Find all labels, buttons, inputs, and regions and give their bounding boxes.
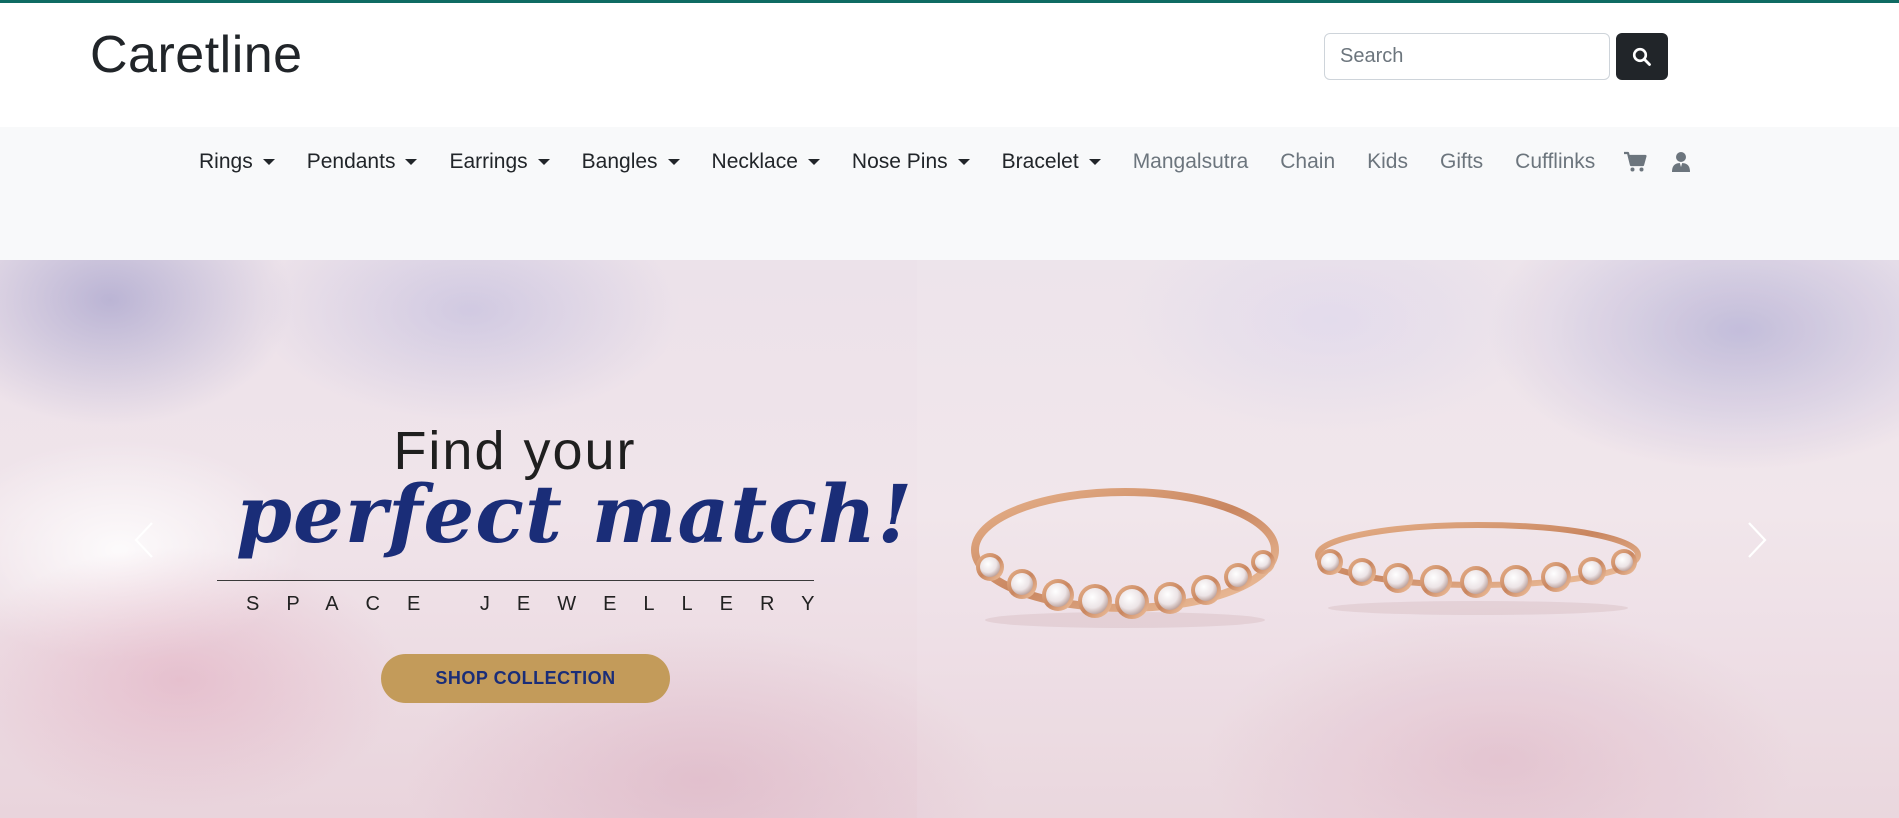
caret-down-icon [957, 159, 970, 165]
nav-item-label: Pendants [306, 150, 396, 173]
chevron-left-icon [134, 522, 153, 558]
caret-down-icon [1088, 159, 1101, 165]
rings-product-image [971, 488, 1641, 628]
caret-down-icon [405, 159, 418, 165]
brand-logo[interactable]: Caretline [90, 25, 303, 85]
nav-item-label: Earrings [449, 150, 528, 173]
nav-item-label: Rings [199, 150, 253, 173]
nav-item-nose-pins[interactable]: Nose Pins [836, 150, 986, 174]
account-button[interactable] [1659, 151, 1703, 173]
caret-down-icon [807, 159, 820, 165]
nav-item-label: Nose Pins [851, 150, 948, 173]
search-button[interactable] [1616, 33, 1668, 80]
nav-item-rings[interactable]: Rings [183, 150, 291, 174]
hero-tagline: SPACE JEWELLERY [246, 593, 842, 615]
nav-item-earrings[interactable]: Earrings [433, 150, 565, 174]
nav-item-bangles[interactable]: Bangles [566, 150, 696, 174]
nav-list: Rings Pendants Earrings Bangles Necklace… [183, 127, 1703, 197]
nav-item-cufflinks[interactable]: Cufflinks [1499, 150, 1611, 174]
nav-item-chain[interactable]: Chain [1264, 150, 1351, 174]
carousel-next-button[interactable] [1737, 515, 1777, 565]
search-icon [1632, 47, 1651, 66]
hero-divider [217, 580, 814, 581]
cart-button[interactable] [1611, 151, 1659, 173]
hero-headline-line2: perfect match! [236, 467, 914, 561]
chevron-right-icon [1748, 522, 1767, 558]
cart-icon [1624, 151, 1647, 172]
hero-carousel: Find your perfect match! SPACE JEWELLERY… [0, 260, 1899, 818]
shop-collection-button[interactable]: SHOP COLLECTION [381, 654, 670, 703]
nav-item-pendants[interactable]: Pendants [291, 150, 434, 174]
carousel-prev-button[interactable] [124, 515, 164, 565]
nav-item-label: Bangles [581, 150, 658, 173]
nav-item-gifts[interactable]: Gifts [1424, 150, 1499, 174]
nav-item-mangalsutra[interactable]: Mangalsutra [1117, 150, 1265, 174]
nav-item-label: Necklace [711, 150, 798, 173]
main-nav: Rings Pendants Earrings Bangles Necklace… [0, 127, 1899, 260]
nav-item-kids[interactable]: Kids [1351, 150, 1424, 174]
nav-item-bracelet[interactable]: Bracelet [986, 150, 1117, 174]
caret-down-icon [262, 159, 275, 165]
nav-item-necklace[interactable]: Necklace [696, 150, 836, 174]
caret-down-icon [667, 159, 680, 165]
user-icon [1672, 152, 1691, 172]
nav-item-label: Bracelet [1001, 150, 1079, 173]
search-input[interactable] [1324, 33, 1610, 80]
caret-down-icon [537, 159, 550, 165]
site-header: Caretline [0, 3, 1899, 127]
